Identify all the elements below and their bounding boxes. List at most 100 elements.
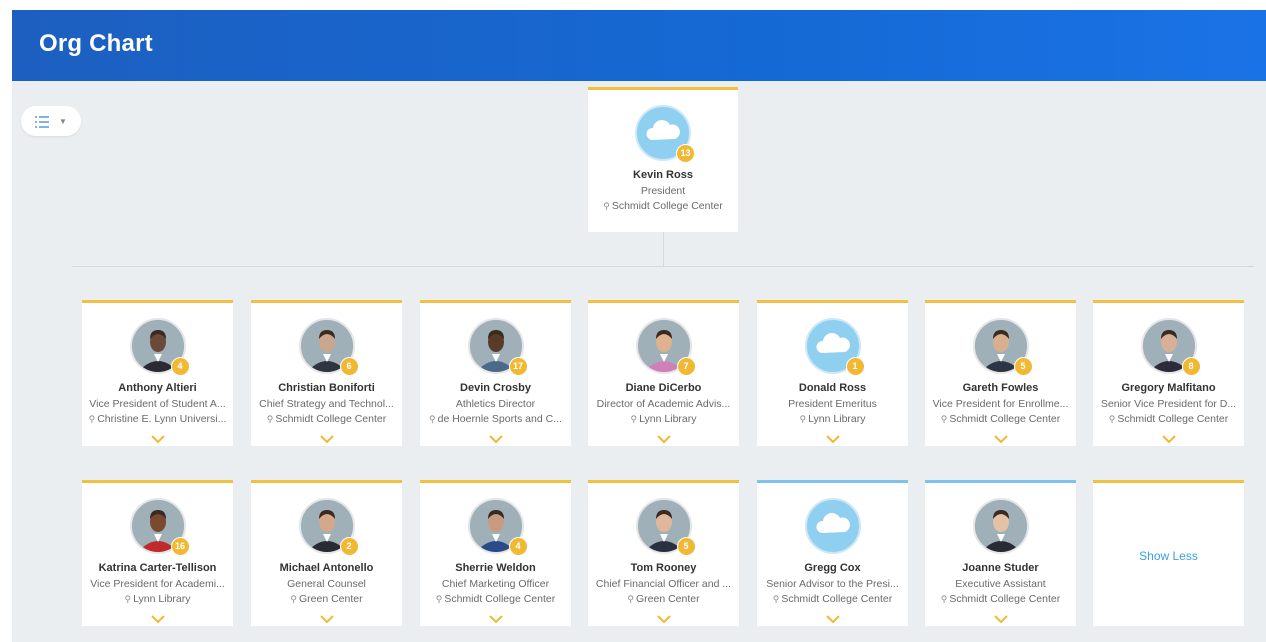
person-name: Joanne Studer bbox=[962, 562, 1039, 574]
chevron-down-icon: ▼ bbox=[59, 116, 67, 126]
person-location: ⚲ Lynn Library bbox=[799, 413, 866, 425]
person-name: Anthony Altieri bbox=[118, 382, 197, 394]
reports-count-badge: 6 bbox=[339, 357, 359, 376]
avatar: 5 bbox=[635, 498, 696, 556]
person-name: Gareth Fowles bbox=[962, 382, 1039, 394]
location-pin-icon: ⚲ bbox=[435, 594, 443, 604]
person-location: ⚲ Schmidt College Center bbox=[603, 200, 723, 212]
expand-chevron-icon[interactable] bbox=[656, 431, 671, 444]
location-pin-icon: ⚲ bbox=[429, 414, 436, 424]
expand-chevron-icon[interactable] bbox=[319, 611, 334, 624]
expand-chevron-icon[interactable] bbox=[825, 611, 840, 624]
person-name: Kevin Ross bbox=[633, 169, 693, 181]
person-location: ⚲ Lynn Library bbox=[630, 413, 697, 425]
person-title: Chief Financial Officer and ... bbox=[595, 578, 732, 590]
person-title: Athletics Director bbox=[455, 398, 536, 410]
reports-count-badge: 4 bbox=[508, 537, 528, 556]
person-location: ⚲ Christine E. Lynn Universi... bbox=[88, 413, 227, 425]
person-title: Vice President for Enrollme... bbox=[932, 398, 1069, 410]
person-name: Michael Antonello bbox=[279, 562, 374, 574]
location-pin-icon: ⚲ bbox=[88, 414, 96, 424]
cloud-avatar-icon bbox=[804, 498, 861, 554]
avatar: 5 bbox=[972, 318, 1033, 376]
person-title: Executive Assistant bbox=[955, 578, 1046, 590]
expand-chevron-icon[interactable] bbox=[656, 611, 671, 624]
location-pin-icon: ⚲ bbox=[940, 414, 948, 424]
org-card[interactable]: 4 Sherrie Weldon Chief Marketing Officer ⚲ S… bbox=[420, 480, 571, 626]
person-title: Chief Strategy and Technol... bbox=[259, 398, 394, 410]
location-pin-icon: ⚲ bbox=[630, 414, 638, 424]
person-name: Donald Ross bbox=[798, 382, 867, 394]
avatar: 1 bbox=[804, 318, 865, 376]
org-card[interactable]: 5 Tom Rooney Chief Financial Officer and .… bbox=[588, 480, 739, 626]
location-pin-icon: ⚲ bbox=[772, 594, 780, 604]
avatar: 4 bbox=[129, 318, 190, 376]
view-switcher-button[interactable]: ▼ bbox=[21, 106, 81, 136]
expand-chevron-icon[interactable] bbox=[150, 611, 165, 624]
org-card[interactable]: 6 Christian Boniforti Chief Strategy and T… bbox=[251, 300, 402, 446]
show-less-card[interactable]: Show Less bbox=[1093, 480, 1244, 626]
org-card[interactable]: 7 Diane DiCerbo Director of Academic Advis… bbox=[588, 300, 739, 446]
expand-chevron-icon[interactable] bbox=[1161, 431, 1176, 444]
person-title: Vice President for Academi... bbox=[90, 578, 225, 590]
reports-count-badge: 17 bbox=[508, 357, 528, 376]
person-name: Diane DiCerbo bbox=[625, 382, 702, 394]
org-card[interactable]: 16 Katrina Carter-Tellison Vice President … bbox=[82, 480, 233, 626]
person-location: ⚲ Green Center bbox=[627, 593, 700, 605]
person-title: President Emeritus bbox=[788, 398, 877, 410]
org-card[interactable]: Joanne Studer Executive Assistant ⚲ Schmidt… bbox=[925, 480, 1076, 626]
location-pin-icon: ⚲ bbox=[1108, 414, 1116, 424]
location-pin-icon: ⚲ bbox=[940, 594, 948, 604]
reports-count-badge: 4 bbox=[170, 357, 190, 376]
location-pin-icon: ⚲ bbox=[603, 201, 610, 211]
person-location: ⚲ de Hoernle Sports and C... bbox=[429, 413, 562, 425]
org-card[interactable]: 8 Gregory Malfitano Senior Vice President … bbox=[1093, 300, 1244, 446]
avatar: 16 bbox=[129, 498, 190, 556]
person-title: Senior Advisor to the Presi... bbox=[766, 578, 899, 590]
person-name: Gregg Cox bbox=[804, 562, 861, 574]
person-name: Sherrie Weldon bbox=[455, 562, 536, 574]
org-card-top[interactable]: 13 Kevin Ross President ⚲ Schmidt College… bbox=[588, 87, 738, 232]
org-card[interactable]: 17 Devin Crosby Athletics Director ⚲ de Hoer… bbox=[420, 300, 571, 446]
location-pin-icon: ⚲ bbox=[799, 414, 807, 424]
org-card[interactable]: 2 Michael Antonello General Counsel ⚲ Green … bbox=[251, 480, 402, 626]
location-pin-icon: ⚲ bbox=[266, 414, 274, 424]
avatar: 17 bbox=[467, 318, 528, 376]
person-title: Director of Academic Advis... bbox=[596, 398, 731, 410]
person-location: ⚲ Schmidt College Center bbox=[940, 593, 1061, 605]
expand-chevron-icon[interactable] bbox=[993, 611, 1008, 624]
person-title: Chief Marketing Officer bbox=[441, 578, 550, 590]
person-location: ⚲ Green Center bbox=[290, 593, 363, 605]
show-less-link[interactable]: Show Less bbox=[1093, 549, 1244, 563]
expand-chevron-icon[interactable] bbox=[488, 431, 503, 444]
reports-count-badge: 13 bbox=[676, 144, 695, 163]
person-location: ⚲ Schmidt College Center bbox=[1108, 413, 1229, 425]
org-card[interactable]: 4 Anthony Altieri Vice President of Studen… bbox=[82, 300, 233, 446]
expand-chevron-icon[interactable] bbox=[825, 431, 840, 444]
org-card[interactable]: 1 Donald Ross President Emeritus ⚲ Lynn Libr… bbox=[757, 300, 908, 446]
person-name: Devin Crosby bbox=[460, 382, 531, 394]
person-name: Christian Boniforti bbox=[278, 382, 375, 394]
expand-chevron-icon[interactable] bbox=[150, 431, 165, 444]
person-name: Tom Rooney bbox=[630, 562, 697, 574]
reports-count-badge: 5 bbox=[1013, 357, 1033, 376]
person-title: President bbox=[640, 185, 686, 197]
org-card[interactable]: Gregg Cox Senior Advisor to the Presi... ⚲… bbox=[757, 480, 908, 626]
person-name: Gregory Malfitano bbox=[1121, 382, 1216, 394]
reports-count-badge: 1 bbox=[845, 357, 865, 376]
avatar bbox=[804, 498, 861, 554]
avatar: 7 bbox=[635, 318, 696, 376]
person-title: Vice President of Student A... bbox=[89, 398, 226, 410]
person-location: ⚲ Lynn Library bbox=[124, 593, 191, 605]
reports-count-badge: 16 bbox=[170, 537, 190, 556]
avatar bbox=[972, 498, 1029, 554]
reports-count-badge: 7 bbox=[676, 357, 696, 376]
person-title: General Counsel bbox=[287, 578, 366, 590]
list-view-icon bbox=[35, 115, 50, 128]
person-title: Senior Vice President for D... bbox=[1100, 398, 1237, 410]
expand-chevron-icon[interactable] bbox=[993, 431, 1008, 444]
page-title: Org Chart bbox=[39, 30, 153, 57]
org-card[interactable]: 5 Gareth Fowles Vice President for Enrollm… bbox=[925, 300, 1076, 446]
expand-chevron-icon[interactable] bbox=[488, 611, 503, 624]
expand-chevron-icon[interactable] bbox=[319, 431, 334, 444]
